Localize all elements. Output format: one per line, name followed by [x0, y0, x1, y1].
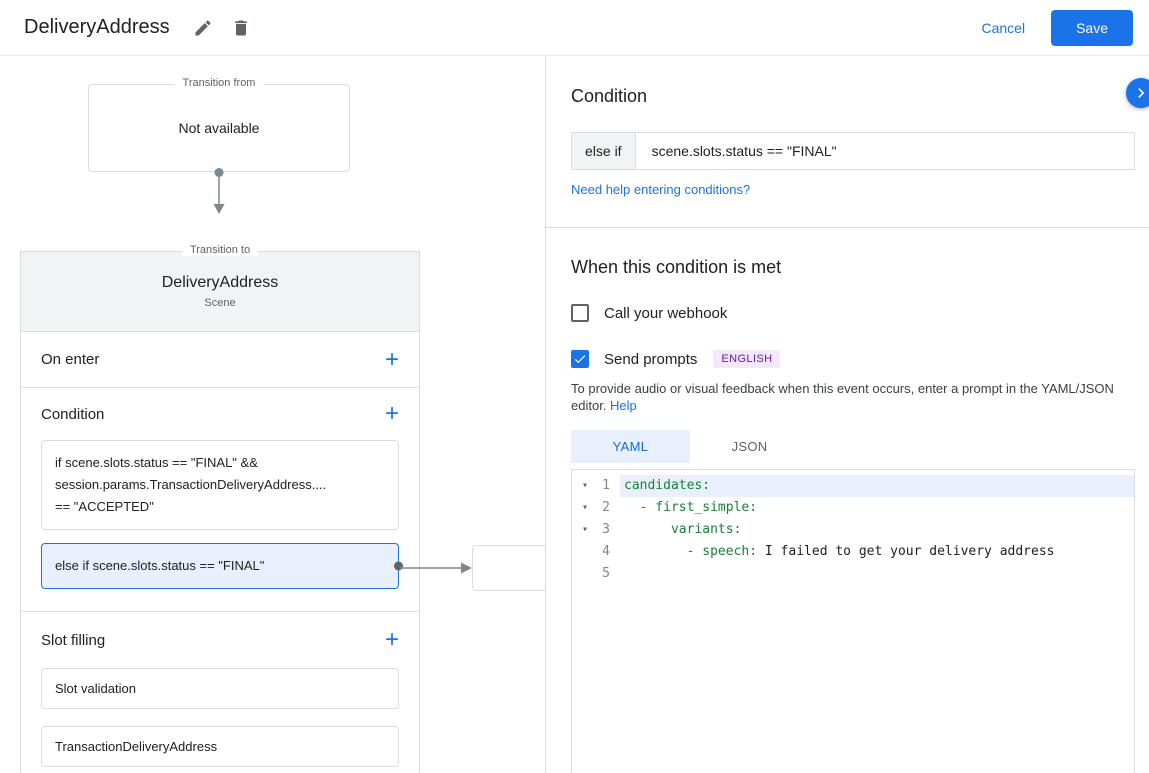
yaml-code-editor[interactable]: ▾ 1 candidates: ▾ 2 - first_simple: ▾ 3 varian…: [571, 469, 1135, 773]
editor-tabs: YAML JSON: [571, 430, 1135, 463]
conditions-help-link[interactable]: Need help entering conditions?: [571, 182, 750, 197]
code-line: variants:: [670, 522, 742, 537]
transition-from-label: Transition from: [174, 77, 264, 89]
line-number: 1: [602, 478, 610, 493]
line-number: 2: [602, 500, 610, 515]
condition-box[interactable]: if scene.slots.status == "FINAL" && sessi…: [41, 440, 399, 530]
fold-toggle-icon: [572, 563, 598, 585]
panel-divider: [546, 227, 1149, 228]
webhook-label: Call your webhook: [604, 304, 728, 322]
scene-header[interactable]: DeliveryAddress Scene: [21, 252, 419, 332]
condition-value-input[interactable]: scene.slots.status == "FINAL": [636, 133, 1134, 169]
add-slot-button[interactable]: +: [379, 627, 405, 653]
header: DeliveryAddress Cancel Save: [0, 0, 1149, 56]
on-enter-section: On enter +: [21, 332, 419, 388]
code-line: candidates:: [620, 475, 1134, 497]
editor-line: ▾ 1 candidates:: [572, 475, 1134, 497]
pencil-icon: [195, 19, 211, 35]
prompts-description-text: To provide audio or visual feedback when…: [571, 381, 1114, 413]
delete-button[interactable]: [222, 9, 260, 47]
checkmark-icon: [574, 355, 586, 364]
condition-list: if scene.slots.status == "FINAL" && sessi…: [21, 440, 419, 611]
scene-name: DeliveryAddress: [161, 274, 279, 291]
editor-line: 4 - speech: I failed to get your deliver…: [572, 541, 1134, 563]
send-prompts-checkbox[interactable]: [571, 350, 589, 368]
page-title: DeliveryAddress: [24, 16, 170, 38]
code-line: - first_simple:: [624, 500, 758, 515]
scene-subtitle: Scene: [204, 297, 236, 309]
add-condition-button[interactable]: +: [379, 401, 405, 427]
send-prompts-label: Send prompts: [604, 350, 698, 368]
editor-line: ▾ 3 variants:: [572, 519, 1134, 541]
condition-section-header: Condition +: [21, 388, 419, 440]
panel-title: Condition: [571, 86, 648, 106]
when-condition-met-title: When this condition is met: [571, 257, 782, 277]
condition-section-label: Condition: [41, 405, 105, 423]
editor-line: ▾ 2 - first_simple:: [572, 497, 1134, 519]
chevron-right-icon: [1138, 88, 1145, 98]
transition-from-box[interactable]: Transition from Not available: [88, 77, 350, 172]
edit-button[interactable]: [184, 9, 222, 47]
slot-list: Slot validation TransactionDeliveryAddres…: [21, 668, 419, 773]
fold-toggle-icon: [572, 541, 598, 563]
add-on-enter-button[interactable]: +: [379, 346, 405, 373]
line-number: 5: [602, 566, 610, 581]
language-badge: ENGLISH: [713, 350, 781, 368]
condition-input: else if scene.slots.status == "FINAL": [571, 132, 1135, 170]
scene-canvas: Transition from Not available Transition…: [0, 56, 546, 773]
code-line: - speech: I failed to get your delivery …: [624, 544, 1055, 559]
slot-handler-box[interactable]: Slot validation: [41, 668, 399, 709]
connector-arrow-right: [400, 562, 472, 574]
tab-yaml[interactable]: YAML: [571, 430, 690, 463]
on-enter-label: On enter: [41, 351, 100, 368]
webhook-checkbox[interactable]: [571, 304, 589, 322]
prompts-description: To provide audio or visual feedback when…: [571, 380, 1135, 414]
save-button[interactable]: Save: [1051, 9, 1133, 46]
editor-lines: ▾ 1 candidates: ▾ 2 - first_simple: ▾ 3 varian…: [572, 475, 1134, 585]
condition-box[interactable]: else if scene.slots.status == "FINAL": [41, 543, 399, 589]
collapse-panel-button[interactable]: [1126, 78, 1149, 108]
transition-from-value: Not available: [178, 120, 260, 136]
condition-prefix: else if: [572, 133, 636, 169]
tab-json[interactable]: JSON: [690, 430, 809, 463]
fold-toggle-icon[interactable]: ▾: [572, 497, 598, 519]
scene-card: Transition to DeliveryAddress Scene On e…: [20, 244, 420, 773]
webhook-row: Call your webhook: [571, 304, 1135, 322]
next-scene-node[interactable]: [472, 545, 545, 591]
slot-filling-section-header: Slot filling +: [21, 612, 419, 668]
condition-panel: Condition else if scene.slots.status == …: [546, 56, 1149, 773]
line-number: 3: [602, 522, 610, 537]
editor-line: 5: [572, 563, 1134, 585]
trash-icon: [234, 20, 247, 35]
fold-toggle-icon[interactable]: ▾: [572, 475, 598, 497]
help-inline-link[interactable]: Help: [610, 398, 637, 413]
slot-filling-label: Slot filling: [41, 631, 106, 649]
fold-toggle-icon[interactable]: ▾: [572, 519, 598, 541]
cancel-button[interactable]: Cancel: [981, 20, 1025, 36]
line-number: 4: [602, 544, 610, 559]
transition-to-label: Transition to: [181, 244, 259, 256]
transition-arrow-down: [213, 168, 225, 214]
slot-handler-box[interactable]: TransactionDeliveryAddress: [41, 726, 399, 767]
send-prompts-row: Send prompts ENGLISH: [571, 350, 1135, 368]
